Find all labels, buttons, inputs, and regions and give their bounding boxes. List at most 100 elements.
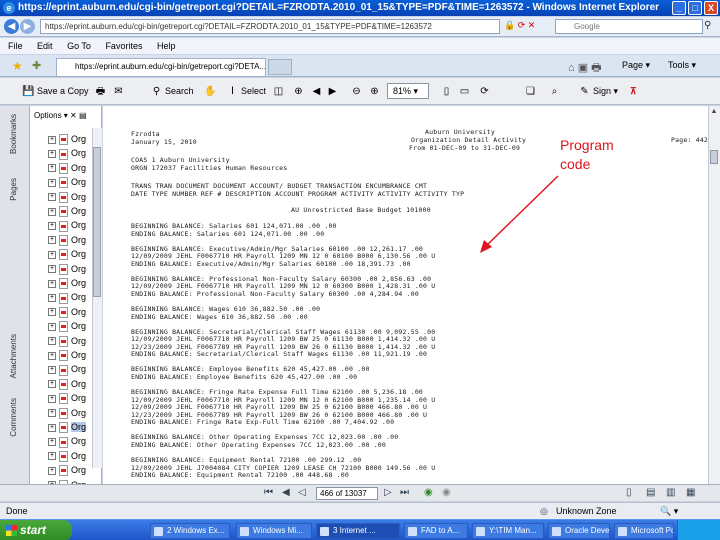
scroll-up-arrow-icon[interactable]: ▲ — [709, 107, 719, 117]
taskbar-task[interactable]: 2 Windows Ex... — [150, 523, 230, 539]
expand-icon[interactable]: + — [48, 222, 56, 231]
expand-icon[interactable]: + — [48, 351, 56, 360]
close-button[interactable]: X — [704, 1, 718, 15]
expand-icon[interactable]: + — [48, 207, 56, 216]
expand-icon[interactable]: + — [48, 265, 56, 274]
taskbar-task[interactable]: Microsoft Po... — [614, 523, 674, 539]
bookmark-item[interactable]: + Org — [48, 276, 86, 290]
bookmark-item[interactable]: + Org — [48, 146, 86, 160]
continuous-facing-icon[interactable]: ▦ — [686, 487, 695, 498]
expand-icon[interactable]: + — [48, 279, 56, 288]
tab-active[interactable]: https://eprint.auburn.edu/cgi-bin/getrep… — [56, 58, 266, 76]
expand-icon[interactable]: + — [48, 366, 56, 375]
add-favorite-icon[interactable]: ✚ — [32, 59, 41, 72]
expand-icon[interactable]: + — [48, 150, 56, 159]
bookmark-item[interactable]: + Org — [48, 132, 86, 146]
tab-comments[interactable]: Comments — [9, 398, 23, 437]
bookmark-item[interactable]: + Org — [48, 161, 86, 175]
last-page-icon[interactable]: ⏭ — [400, 487, 409, 498]
bookmark-options-menu[interactable]: Options ▾ ✕ ▤ — [34, 111, 87, 120]
refresh-stop-icons[interactable]: 🔒 ⟳ ✕ — [504, 20, 554, 33]
previous-page-icon[interactable]: ◀ — [282, 487, 290, 498]
expand-icon[interactable]: + — [48, 337, 56, 346]
bookmark-item[interactable]: + Org — [48, 420, 87, 434]
zoom-marquee-tool[interactable]: ⊕ — [292, 84, 307, 98]
tab-pages[interactable]: Pages — [9, 178, 23, 201]
bookmark-item[interactable]: + Org — [48, 175, 86, 189]
taskbar-task[interactable]: FAD to A... — [404, 523, 468, 539]
search-button[interactable]: ⚲ Search — [150, 84, 194, 98]
sign-button[interactable]: ✎ Sign ▾ — [578, 84, 618, 98]
bookmark-item[interactable]: + Org — [48, 334, 86, 348]
fit-page-button[interactable]: ▯ — [440, 84, 455, 98]
tab-attachments[interactable]: Attachments — [9, 334, 23, 378]
expand-icon[interactable]: + — [48, 466, 56, 475]
expand-icon[interactable]: + — [48, 438, 56, 447]
new-tab-button[interactable] — [268, 59, 292, 75]
favorites-star-icon[interactable]: ★ — [12, 59, 23, 73]
next-view-button[interactable]: ▶ — [326, 84, 341, 98]
menu-help[interactable]: Help — [157, 41, 176, 51]
bookmark-item[interactable]: + Org — [48, 348, 86, 362]
taskbar-task[interactable]: Y:\TIM Man... — [472, 523, 544, 539]
go-back-view-icon[interactable]: ◉ — [424, 487, 433, 498]
next-page-arrow-icon[interactable]: ▷ — [384, 487, 392, 498]
bookmark-item[interactable]: + Org — [48, 233, 86, 247]
first-page-icon[interactable]: ⏮ — [264, 487, 273, 498]
bookmark-item[interactable]: + Org — [48, 247, 86, 261]
single-page-icon[interactable]: ▯ — [626, 487, 632, 498]
search-input[interactable]: Google — [555, 19, 703, 34]
facing-pages-icon[interactable]: ▥ — [666, 487, 675, 498]
menu-file[interactable]: File — [8, 41, 23, 51]
bookmark-item[interactable]: + Org — [48, 290, 86, 304]
page-menu[interactable]: Page ▾ — [622, 60, 650, 71]
fit-width-button[interactable]: ▭ — [458, 84, 473, 98]
zoom-level-icon[interactable]: 🔍 ▾ — [660, 503, 678, 520]
zoom-out-button[interactable]: ⊖ — [350, 84, 365, 98]
pages-button[interactable]: ❏ — [524, 84, 539, 98]
expand-icon[interactable]: + — [48, 236, 56, 245]
rotate-button[interactable]: ⟳ — [478, 84, 493, 98]
home-icon[interactable]: ⌂ ▣ 🖶 — [568, 59, 602, 78]
start-button[interactable]: start — [0, 520, 72, 540]
expand-icon[interactable]: + — [48, 294, 56, 303]
bookmark-item[interactable]: + Org — [48, 190, 86, 204]
bookmark-item[interactable]: + Org — [48, 391, 86, 405]
taskbar-task[interactable]: 3 Internet ... — [316, 523, 400, 539]
menu-favorites[interactable]: Favorites — [105, 41, 142, 51]
bookmark-item[interactable]: + Org — [48, 262, 86, 276]
document-scroll-thumb[interactable] — [710, 150, 718, 164]
maximize-button[interactable]: □ — [688, 1, 702, 15]
bookmark-item[interactable]: + Org — [48, 377, 86, 391]
print-button[interactable]: 🖶 — [94, 84, 109, 98]
bookmark-item[interactable]: + Org — [48, 463, 86, 477]
zoom-in-button[interactable]: ⊕ — [368, 84, 383, 98]
expand-icon[interactable]: + — [48, 394, 56, 403]
bookmark-item[interactable]: + Org — [48, 406, 86, 420]
search-icon[interactable]: ⚲ — [704, 20, 717, 33]
bookmark-item[interactable]: + Org — [48, 319, 86, 333]
back-button[interactable]: ◀ — [4, 19, 19, 34]
forward-button[interactable]: ▶ — [20, 19, 35, 34]
hand-tool[interactable]: ✋ — [204, 84, 219, 98]
expand-icon[interactable]: + — [48, 409, 56, 418]
tab-bookmarks[interactable]: Bookmarks — [9, 114, 23, 154]
previous-view-button[interactable]: ◀ — [310, 84, 325, 98]
go-forward-view-icon[interactable]: ◉ — [442, 487, 451, 498]
continuous-page-icon[interactable]: ▤ — [646, 487, 655, 498]
expand-icon[interactable]: + — [48, 322, 56, 331]
bookmark-item[interactable]: + Org — [48, 434, 86, 448]
pdf-page[interactable]: Fzrodta January 15, 2010 Auburn Universi… — [103, 106, 708, 484]
taskbar-task[interactable]: Windows Mi... — [236, 523, 312, 539]
expand-icon[interactable]: + — [48, 380, 56, 389]
find-button[interactable]: ⌕ — [548, 84, 563, 98]
save-copy-button[interactable]: 💾 Save a Copy — [22, 84, 88, 98]
address-input[interactable]: https://eprint.auburn.edu/cgi-bin/getrep… — [40, 19, 500, 34]
snapshot-tool[interactable]: ◫ — [272, 84, 287, 98]
previous-page-arrow-icon[interactable]: ◁ — [298, 487, 306, 498]
expand-icon[interactable]: + — [48, 135, 56, 144]
minimize-button[interactable]: _ — [672, 1, 686, 15]
bookmark-item[interactable]: + Org — [48, 362, 86, 376]
bookmark-item[interactable]: + Org — [48, 218, 86, 232]
menu-edit[interactable]: Edit — [37, 41, 53, 51]
